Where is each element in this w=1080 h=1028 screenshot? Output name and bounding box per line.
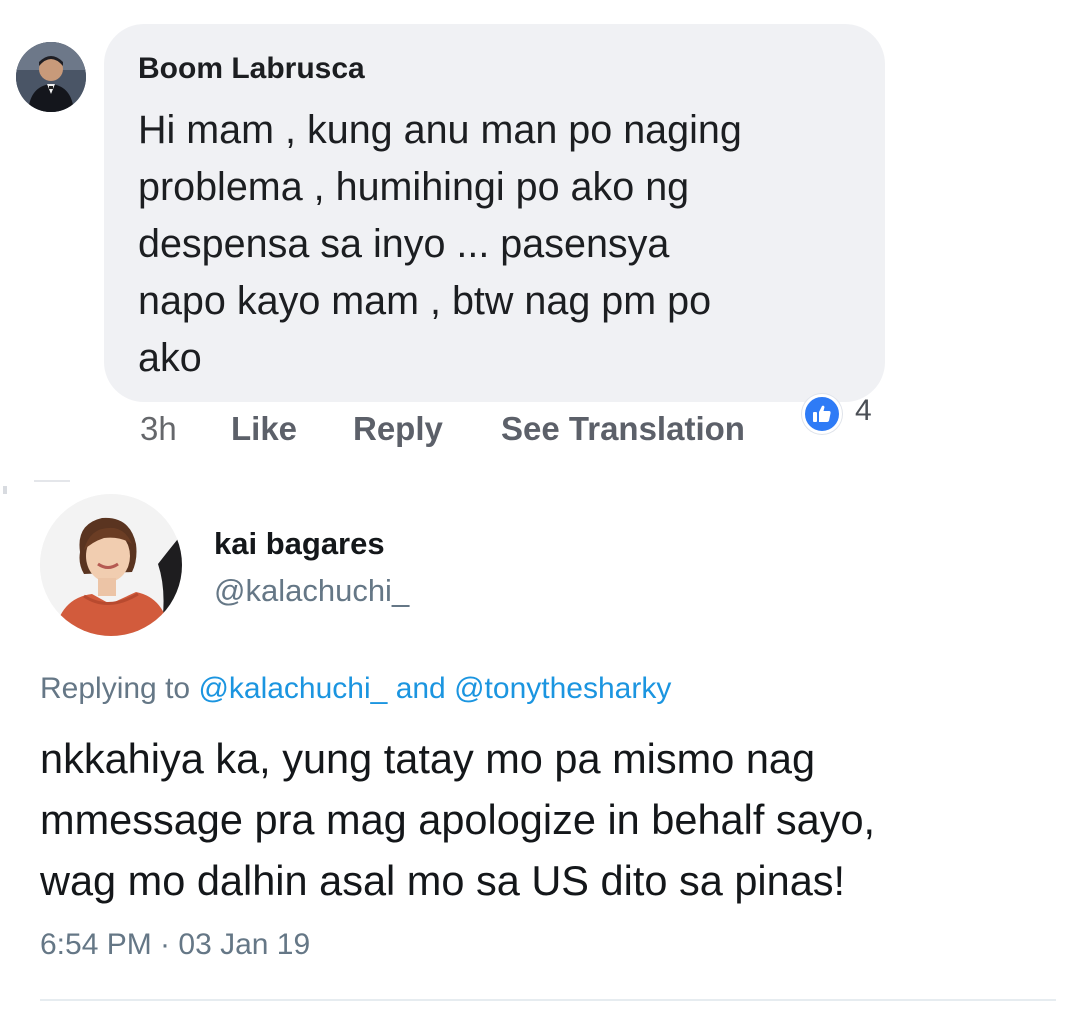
see-translation-button[interactable]: See Translation (501, 409, 745, 449)
tweet-timestamp[interactable]: 6:54 PM · 03 Jan 19 (40, 928, 310, 962)
commenter-avatar[interactable] (16, 42, 86, 112)
tweet-author-avatar[interactable] (40, 494, 182, 636)
reply-button[interactable]: Reply (353, 409, 443, 449)
comment-text-line: despensa sa inyo ... pasensya (138, 222, 670, 266)
comment-text-line: problema , humihingi po ako ng (138, 165, 690, 209)
replying-to-prefix: Replying to (40, 672, 191, 705)
tweet-text-line: wag mo dalhin asal mo sa US dito sa pina… (40, 857, 846, 904)
divider (40, 999, 1056, 1001)
mention-link[interactable]: @tonythesharky (454, 672, 671, 705)
thumbs-up-icon (802, 394, 842, 434)
crop-remnant (0, 476, 80, 496)
mention-link[interactable]: @kalachuchi_ (198, 672, 387, 705)
reaction-count: 4 (855, 394, 872, 427)
tweet-text: nkkahiya ka, yung tatay mo pa mismo nag … (40, 728, 1060, 911)
comment-time[interactable]: 3h (140, 409, 177, 449)
tweet-author-handle[interactable]: @kalachuchi_ (214, 573, 409, 609)
reaction-summary[interactable]: 4 (800, 392, 884, 440)
comment-text-line: Hi mam , kung anu man po naging (138, 108, 742, 152)
commenter-name[interactable]: Boom Labrusca (138, 52, 365, 86)
comment-text-line: ako (138, 336, 202, 380)
replying-to-line: Replying to @kalachuchi_ and @tonythesha… (40, 672, 671, 706)
comment-text-line: napo kayo mam , btw nag pm po (138, 279, 712, 323)
tweet-text-line: mmessage pra mag apologize in behalf say… (40, 796, 876, 843)
like-button[interactable]: Like (231, 409, 297, 449)
tweet-author-name[interactable]: kai bagares (214, 526, 385, 562)
comment-text: Hi mam , kung anu man po naging problema… (138, 102, 868, 387)
replying-joiner[interactable]: and (396, 672, 446, 705)
tweet-text-line: nkkahiya ka, yung tatay mo pa mismo nag (40, 735, 816, 782)
